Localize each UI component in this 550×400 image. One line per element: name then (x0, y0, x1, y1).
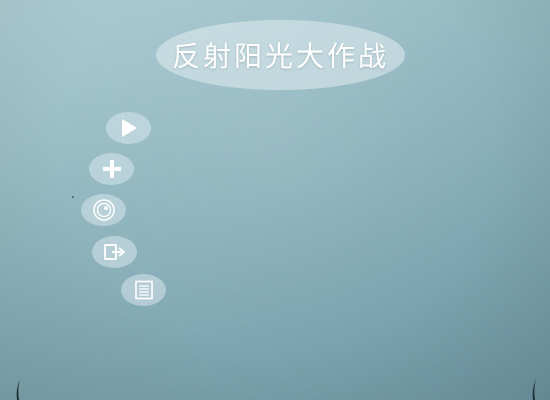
stray-pixel (72, 196, 74, 198)
play-button[interactable] (106, 112, 151, 144)
title-banner: 反射阳光大作战 (156, 20, 405, 90)
exit-icon (103, 244, 125, 260)
target-button[interactable] (81, 194, 126, 226)
exit-button[interactable] (92, 236, 137, 268)
game-title: 反射阳光大作战 (171, 40, 389, 73)
game-start-screen: 反射阳光大作战 (0, 0, 550, 400)
grass-blade-left-icon (16, 379, 20, 400)
list-button[interactable] (121, 274, 166, 306)
list-icon (134, 280, 153, 300)
play-icon (121, 119, 137, 137)
target-icon (92, 199, 115, 221)
plus-icon (102, 160, 121, 178)
grass-blade-right-icon (532, 379, 536, 400)
add-button[interactable] (89, 153, 134, 185)
